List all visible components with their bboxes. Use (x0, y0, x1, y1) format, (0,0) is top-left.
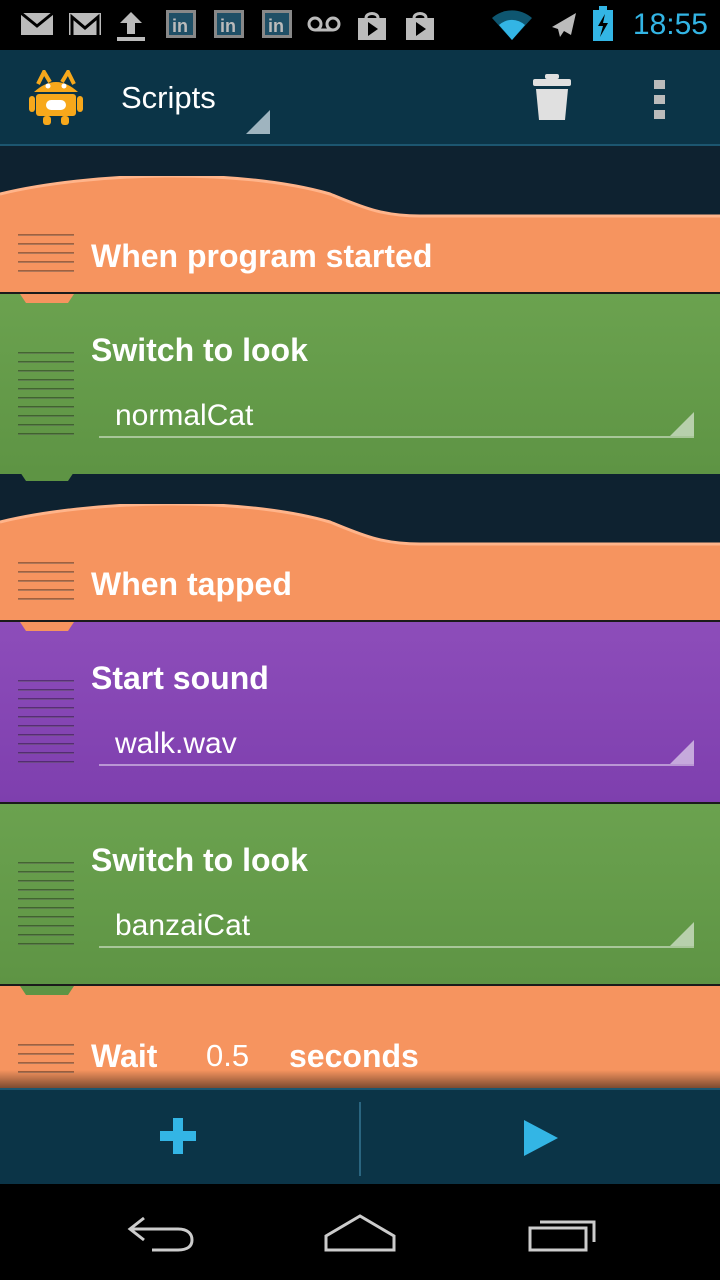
linkedin-icon: in (214, 10, 244, 38)
switch-look-brick[interactable]: Switch to look normalCat (0, 292, 720, 474)
spinner-underline (99, 436, 694, 438)
navigation-bar (0, 1184, 720, 1280)
spinner-triangle-icon (246, 110, 270, 134)
battery-charging-icon (593, 6, 613, 41)
hat-brick-when-tapped[interactable]: When tapped (0, 504, 720, 622)
spinner-underline (99, 946, 694, 948)
recent-apps-icon[interactable] (526, 1212, 600, 1254)
linkedin-icon: in (262, 10, 292, 38)
linkedin-icon: in (166, 10, 196, 38)
start-sound-brick[interactable]: Start sound walk.wav (0, 620, 720, 802)
brick-title: Switch to look (91, 332, 308, 368)
drag-handle[interactable] (18, 562, 74, 607)
hat-brick-label: When tapped (91, 566, 292, 602)
divider (359, 1102, 361, 1176)
upload-icon (117, 12, 145, 41)
spinner-triangle-icon (670, 922, 694, 946)
back-icon[interactable] (124, 1212, 196, 1252)
switch-look-brick[interactable]: Switch to look banzaiCat (0, 802, 720, 986)
brick-notch (20, 472, 74, 481)
add-icon[interactable] (158, 1116, 198, 1156)
drag-handle[interactable] (18, 352, 74, 442)
look-spinner[interactable]: banzaiCat (99, 904, 694, 948)
svg-text:in: in (220, 16, 236, 36)
wifi-icon (492, 10, 532, 40)
spinner-value: normalCat (115, 399, 254, 432)
brick-notch (20, 986, 74, 995)
spinner-triangle-icon (670, 740, 694, 764)
airplane-icon (552, 13, 576, 37)
play-store-icon (406, 12, 434, 40)
hat-brick-shape (0, 504, 720, 622)
clock: 18:55 (632, 8, 708, 41)
trash-icon[interactable] (530, 72, 574, 122)
status-bar: in in in 18:55 (0, 0, 720, 50)
brick-notch (20, 294, 74, 303)
brick-title: Switch to look (91, 842, 308, 878)
sound-spinner[interactable]: walk.wav (99, 722, 694, 766)
gmail-icon (69, 13, 101, 35)
drag-handle[interactable] (18, 862, 74, 952)
spinner-value: banzaiCat (115, 909, 251, 942)
play-icon[interactable] (522, 1118, 560, 1158)
brick-title: Start sound (91, 660, 269, 696)
hat-brick-shape (0, 176, 720, 294)
script-area[interactable]: When program started Switch to look norm… (0, 146, 720, 1088)
spinner-triangle-icon (670, 412, 694, 436)
home-icon[interactable] (322, 1212, 398, 1254)
spinner-value: walk.wav (115, 727, 237, 760)
svg-text:in: in (172, 16, 188, 36)
brick-notch (20, 622, 74, 631)
page-title[interactable]: Scripts (121, 80, 216, 116)
hat-brick-when-program-started[interactable]: When program started (0, 176, 720, 294)
wait-brick[interactable]: Wait 0.5 seconds (0, 984, 720, 1088)
look-spinner[interactable]: normalCat (99, 394, 694, 438)
svg-text:in: in (268, 16, 284, 36)
action-bar: Scripts (0, 50, 720, 146)
overflow-menu-icon[interactable] (652, 78, 668, 122)
bottom-action-bar (0, 1088, 720, 1186)
voicemail-icon (307, 16, 341, 32)
hat-brick-label: When program started (91, 238, 433, 274)
gmail-icon (20, 11, 54, 35)
catroid-logo-icon[interactable] (28, 70, 84, 126)
play-store-icon (358, 12, 386, 40)
scroll-fade (0, 1070, 720, 1088)
drag-handle[interactable] (18, 234, 74, 279)
spinner-underline (99, 764, 694, 766)
drag-handle[interactable] (18, 680, 74, 770)
